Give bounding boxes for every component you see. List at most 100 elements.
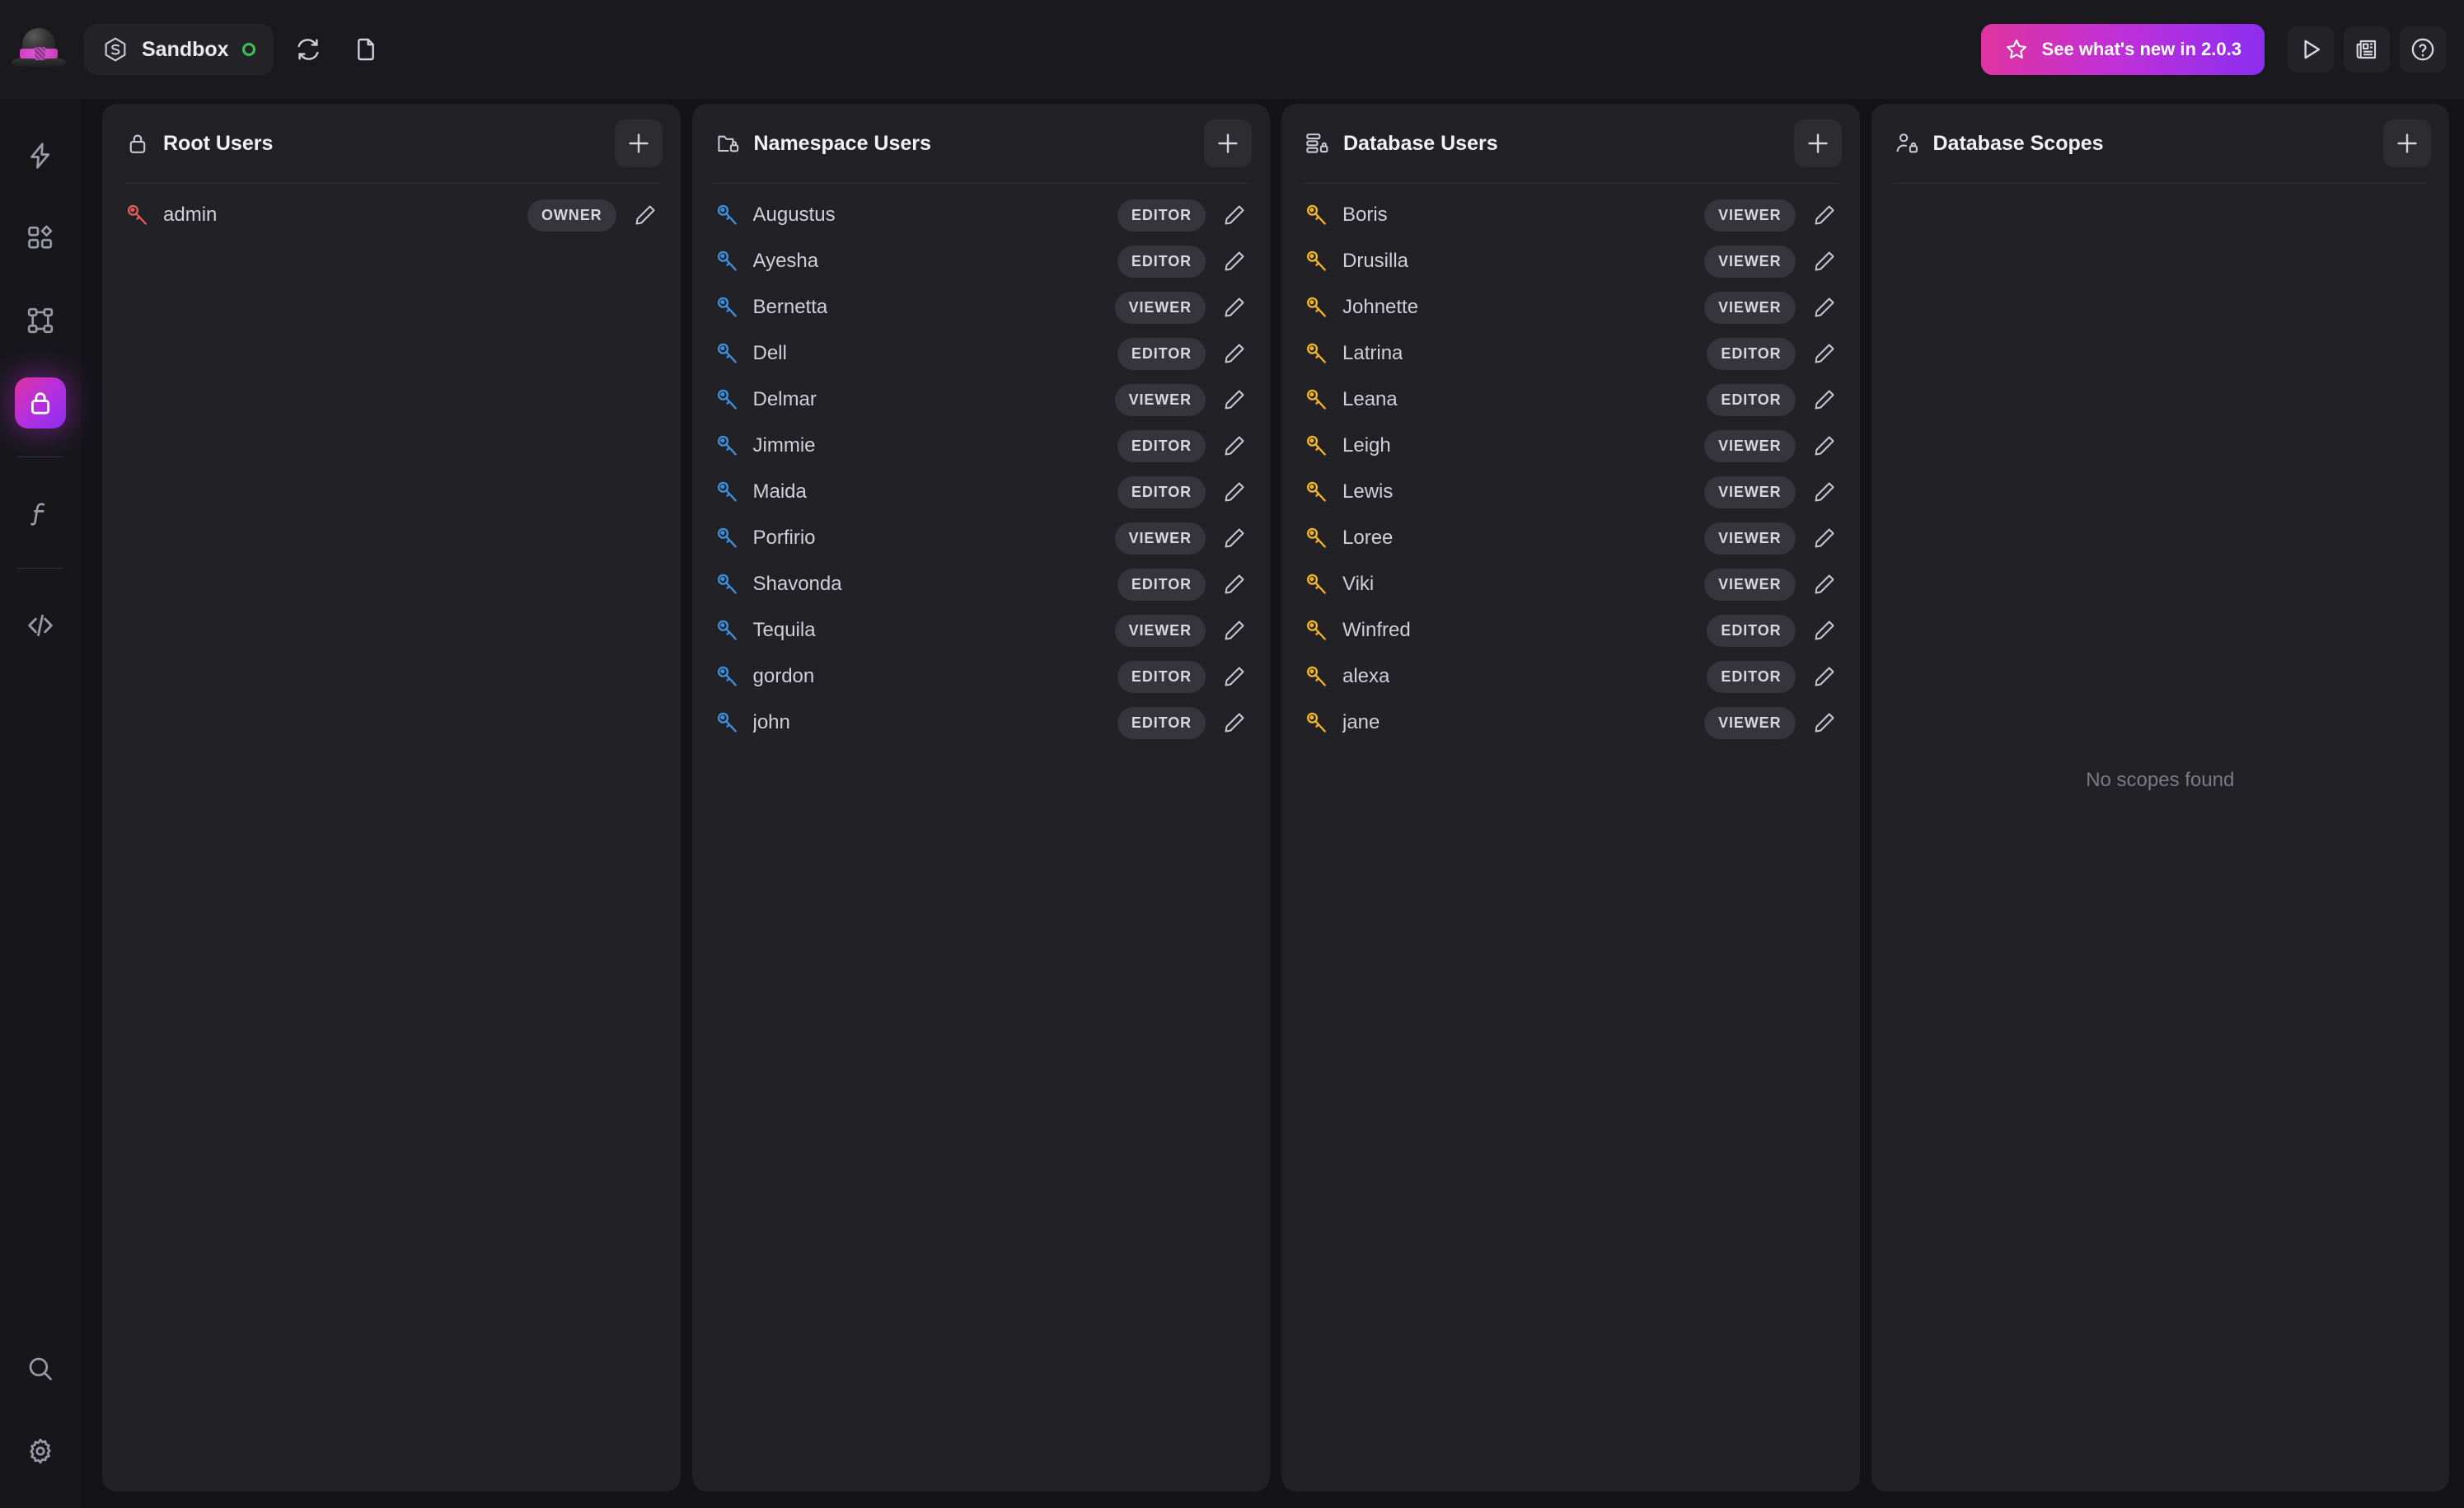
edit-database-users-button[interactable]	[1806, 427, 1843, 465]
reconnect-button[interactable]	[285, 26, 331, 73]
table-row[interactable]: Tequila VIEWER	[692, 607, 1271, 653]
table-row[interactable]: Porfirio VIEWER	[692, 515, 1271, 561]
new-file-button[interactable]	[343, 26, 389, 73]
edit-pencil-icon	[1812, 433, 1837, 458]
key-icon	[715, 710, 740, 735]
table-row[interactable]: Drusilla VIEWER	[1281, 238, 1860, 284]
sidebar-item-query[interactable]	[15, 130, 66, 181]
role-badge: EDITOR	[1117, 245, 1206, 278]
edit-database-users-button[interactable]	[1806, 611, 1843, 649]
edit-database-users-button[interactable]	[1806, 519, 1843, 557]
edit-root-users-button[interactable]	[626, 196, 664, 234]
table-row[interactable]: Boris VIEWER	[1281, 192, 1860, 238]
edit-pencil-icon	[1222, 341, 1247, 366]
key-icon	[1305, 664, 1329, 689]
key-icon	[1305, 572, 1329, 597]
panel-header-database-users: Database Users	[1281, 104, 1860, 183]
user-name: Bernetta	[752, 296, 828, 318]
edit-database-users-button[interactable]	[1806, 335, 1843, 372]
key-icon	[715, 480, 740, 504]
surrealdb-hex-icon	[102, 36, 129, 63]
sidebar-item-search[interactable]	[15, 1343, 66, 1394]
role-badge: EDITOR	[1707, 337, 1796, 370]
top-right-actions	[2278, 26, 2446, 73]
add-namespace-users-button[interactable]	[1204, 119, 1252, 167]
edit-pencil-icon	[1222, 526, 1247, 550]
panel-title-database-scopes: Database Scopes	[1932, 131, 2104, 155]
panel-title-database-users: Database Users	[1343, 131, 1498, 155]
table-row[interactable]: Johnette VIEWER	[1281, 284, 1860, 330]
news-button[interactable]	[2344, 26, 2390, 73]
table-row[interactable]: Delmar VIEWER	[692, 377, 1271, 423]
edit-namespace-users-button[interactable]	[1216, 381, 1253, 419]
edit-namespace-users-button[interactable]	[1216, 242, 1253, 280]
table-row[interactable]: Viki VIEWER	[1281, 561, 1860, 607]
table-row[interactable]: Latrina EDITOR	[1281, 330, 1860, 377]
edit-namespace-users-button[interactable]	[1216, 196, 1253, 234]
edit-database-users-button[interactable]	[1806, 565, 1843, 603]
edit-namespace-users-button[interactable]	[1216, 611, 1253, 649]
whats-new-button[interactable]: See what's new in 2.0.3	[1980, 24, 2265, 75]
add-root-users-button[interactable]	[614, 119, 663, 167]
edit-namespace-users-button[interactable]	[1216, 704, 1253, 742]
sidebar-item-designer[interactable]	[15, 295, 66, 346]
edit-namespace-users-button[interactable]	[1216, 658, 1253, 695]
file-icon	[353, 36, 379, 63]
table-row[interactable]: Lewis VIEWER	[1281, 469, 1860, 515]
code-icon	[25, 610, 56, 641]
sidebar-item-authentication[interactable]	[15, 377, 66, 429]
table-row[interactable]: Ayesha EDITOR	[692, 238, 1271, 284]
edit-database-users-button[interactable]	[1806, 473, 1843, 511]
user-lock-icon	[1895, 131, 1920, 157]
table-row[interactable]: Leana EDITOR	[1281, 377, 1860, 423]
edit-pencil-icon	[1222, 710, 1247, 735]
edit-namespace-users-button[interactable]	[1216, 473, 1253, 511]
newspaper-icon	[2354, 36, 2380, 63]
role-badge: EDITOR	[1117, 706, 1206, 739]
help-button[interactable]	[2400, 26, 2446, 73]
edit-pencil-icon	[1222, 480, 1247, 504]
add-database-users-button[interactable]	[1793, 119, 1842, 167]
table-row[interactable]: john EDITOR	[692, 700, 1271, 746]
table-row[interactable]: Augustus EDITOR	[692, 192, 1271, 238]
table-row[interactable]: Leigh VIEWER	[1281, 423, 1860, 469]
workspace-selector[interactable]: Sandbox	[84, 24, 274, 75]
key-icon	[715, 387, 740, 412]
table-row[interactable]: Winfred EDITOR	[1281, 607, 1860, 653]
edit-database-users-button[interactable]	[1806, 658, 1843, 695]
table-row[interactable]: Loree VIEWER	[1281, 515, 1860, 561]
table-row[interactable]: alexa EDITOR	[1281, 653, 1860, 700]
sidebar-item-settings[interactable]	[15, 1426, 66, 1477]
sidebar-item-api-docs[interactable]	[15, 600, 66, 651]
edit-namespace-users-button[interactable]	[1216, 565, 1253, 603]
edit-pencil-icon	[633, 203, 658, 227]
edit-pencil-icon	[1222, 203, 1247, 227]
edit-database-users-button[interactable]	[1806, 381, 1843, 419]
table-row[interactable]: gordon EDITOR	[692, 653, 1271, 700]
key-icon	[1305, 526, 1329, 550]
table-row[interactable]: admin OWNER	[102, 192, 681, 238]
add-database-scopes-button[interactable]	[2383, 119, 2431, 167]
table-row[interactable]: Dell EDITOR	[692, 330, 1271, 377]
play-icon	[2297, 35, 2325, 63]
edit-namespace-users-button[interactable]	[1216, 335, 1253, 372]
run-button[interactable]	[2288, 26, 2334, 73]
table-row[interactable]: Maida EDITOR	[692, 469, 1271, 515]
edit-database-users-button[interactable]	[1806, 704, 1843, 742]
role-badge: VIEWER	[1704, 245, 1796, 278]
sidebar-item-explorer[interactable]	[15, 213, 66, 264]
key-icon	[1305, 387, 1329, 412]
edit-namespace-users-button[interactable]	[1216, 288, 1253, 326]
edit-database-users-button[interactable]	[1806, 288, 1843, 326]
table-row[interactable]: jane VIEWER	[1281, 700, 1860, 746]
table-row[interactable]: Jimmie EDITOR	[692, 423, 1271, 469]
edit-namespace-users-button[interactable]	[1216, 519, 1253, 557]
key-icon	[715, 526, 740, 550]
sidebar-item-functions[interactable]	[15, 489, 66, 540]
edit-database-users-button[interactable]	[1806, 242, 1843, 280]
edit-namespace-users-button[interactable]	[1216, 427, 1253, 465]
table-row[interactable]: Shavonda EDITOR	[692, 561, 1271, 607]
table-row[interactable]: Bernetta VIEWER	[692, 284, 1271, 330]
key-icon	[1305, 249, 1329, 274]
edit-database-users-button[interactable]	[1806, 196, 1843, 234]
